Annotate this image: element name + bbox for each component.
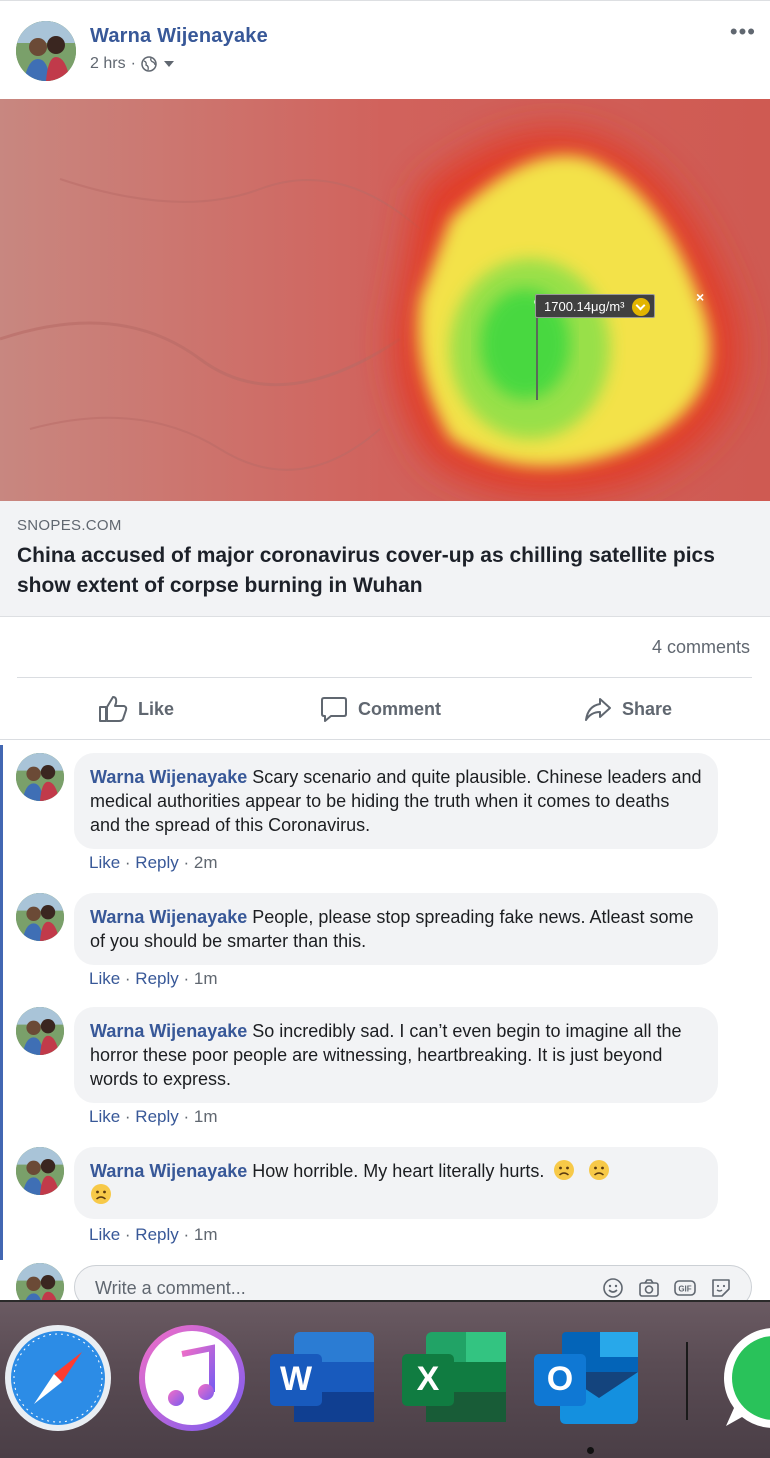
comment-reply-link[interactable]: Reply <box>135 1225 178 1244</box>
commenter-name[interactable]: Warna Wijenayake <box>90 767 247 787</box>
comment-actions: Like · Reply · 1m <box>89 1107 218 1126</box>
svg-text:X: X <box>417 1360 440 1398</box>
comment-time[interactable]: 1m <box>194 969 218 988</box>
itunes-icon[interactable] <box>136 1322 248 1434</box>
comment-bubble: Warna Wijenayake So incredibly sad. I ca… <box>74 1007 718 1103</box>
post-author-name[interactable]: Warna Wijenayake <box>90 25 268 48</box>
comment-reply-link[interactable]: Reply <box>135 853 178 872</box>
speech-bubble-icon <box>321 697 347 722</box>
share-label: Share <box>622 698 673 719</box>
comment-input[interactable]: Write a comment... GIF <box>74 1265 752 1300</box>
comment-time[interactable]: 1m <box>194 1225 218 1244</box>
comment-text: How horrible. My heart literally hurts. <box>252 1161 545 1181</box>
camera-icon[interactable] <box>637 1276 661 1300</box>
excel-icon[interactable]: X <box>400 1322 512 1434</box>
post-meta: 2 hrs · <box>90 55 174 73</box>
commenter-name[interactable]: Warna Wijenayake <box>90 1161 247 1181</box>
post-header: Warna Wijenayake 2 hrs · ••• <box>0 1 770 99</box>
divider <box>0 739 770 740</box>
sad-face-emoji-icon <box>554 1160 575 1180</box>
sticker-icon[interactable] <box>709 1276 733 1300</box>
commenter-avatar[interactable] <box>16 1147 64 1195</box>
comment-label: Comment <box>358 698 442 719</box>
running-indicator <box>587 1447 594 1454</box>
commenter-avatar[interactable] <box>16 893 64 941</box>
commenter-name[interactable]: Warna Wijenayake <box>90 1021 247 1041</box>
comment-reply-link[interactable]: Reply <box>135 969 178 988</box>
svg-text:O: O <box>547 1360 573 1398</box>
comment-time[interactable]: 2m <box>194 853 218 872</box>
more-options-icon[interactable]: ••• <box>730 19 756 45</box>
measurement-value: 1700.14μg/m³ <box>544 299 625 314</box>
composer-icons: GIF <box>601 1276 733 1300</box>
facebook-post: Warna Wijenayake 2 hrs · ••• 1700.14μg/m… <box>0 0 770 1300</box>
measurement-tooltip: 1700.14μg/m³ <box>535 294 656 318</box>
post-actions: Like Comment Share <box>0 687 770 731</box>
link-preview-image[interactable]: 1700.14μg/m³ × <box>0 99 770 501</box>
comment-bubble: Warna Wijenayake How horrible. My heart … <box>74 1147 718 1219</box>
comments-section: Warna Wijenayake Scary scenario and quit… <box>0 741 770 1300</box>
commenter-avatar[interactable] <box>16 753 64 801</box>
outlook-icon[interactable]: O <box>532 1322 644 1434</box>
comment-actions: Like · Reply · 1m <box>89 1225 218 1244</box>
comment-time[interactable]: 1m <box>194 1107 218 1126</box>
close-icon: × <box>696 289 705 305</box>
svg-text:GIF: GIF <box>678 1285 691 1294</box>
macos-dock: W X O <box>0 1300 770 1458</box>
comment-like-link[interactable]: Like <box>89 853 120 872</box>
tooltip-pointer <box>536 318 538 400</box>
like-button[interactable]: Like <box>98 695 174 723</box>
comments-count[interactable]: 4 comments <box>652 637 750 658</box>
dock-separator <box>686 1342 688 1420</box>
composer-avatar <box>16 1263 64 1300</box>
meta-separator: · <box>130 55 136 72</box>
globe-icon[interactable] <box>141 56 157 72</box>
link-domain: SNOPES.COM <box>17 517 122 534</box>
share-button[interactable]: Share <box>584 695 672 723</box>
comment-like-link[interactable]: Like <box>89 1107 120 1126</box>
gif-icon[interactable]: GIF <box>673 1276 697 1300</box>
divider <box>17 677 752 678</box>
audience-chevron-down-icon[interactable] <box>163 61 174 67</box>
comment-button[interactable]: Comment <box>320 695 441 723</box>
svg-text:W: W <box>280 1360 313 1398</box>
comment-actions: Like · Reply · 2m <box>89 853 218 872</box>
thumbs-up-icon <box>99 696 128 722</box>
sad-face-emoji-icon <box>91 1184 111 1204</box>
emoji-icon[interactable] <box>601 1276 625 1300</box>
comment-bubble: Warna Wijenayake Scary scenario and quit… <box>74 753 718 849</box>
post-time[interactable]: 2 hrs <box>90 55 126 73</box>
comment-actions: Like · Reply · 1m <box>89 969 218 988</box>
comment-reply-link[interactable]: Reply <box>135 1107 178 1126</box>
sad-face-emoji-icon <box>589 1160 610 1180</box>
comment-composer: Write a comment... GIF <box>0 1259 770 1300</box>
comment-like-link[interactable]: Like <box>89 969 120 988</box>
new-comments-indicator <box>0 745 3 1260</box>
whatsapp-icon[interactable] <box>718 1322 770 1434</box>
word-icon[interactable]: W <box>268 1322 380 1434</box>
share-arrow-icon <box>585 698 611 721</box>
safari-icon[interactable] <box>2 1322 114 1434</box>
link-title[interactable]: China accused of major coronavirus cover… <box>17 541 737 601</box>
chevron-down-icon <box>632 298 651 316</box>
link-caption[interactable]: SNOPES.COM China accused of major corona… <box>0 501 770 617</box>
commenter-avatar[interactable] <box>16 1007 64 1055</box>
like-label: Like <box>138 698 175 719</box>
comment-like-link[interactable]: Like <box>89 1225 120 1244</box>
comment-bubble: Warna Wijenayake People, please stop spr… <box>74 893 718 965</box>
comment-input-placeholder: Write a comment... <box>95 1278 246 1298</box>
commenter-name[interactable]: Warna Wijenayake <box>90 907 247 927</box>
author-avatar[interactable] <box>16 21 76 81</box>
